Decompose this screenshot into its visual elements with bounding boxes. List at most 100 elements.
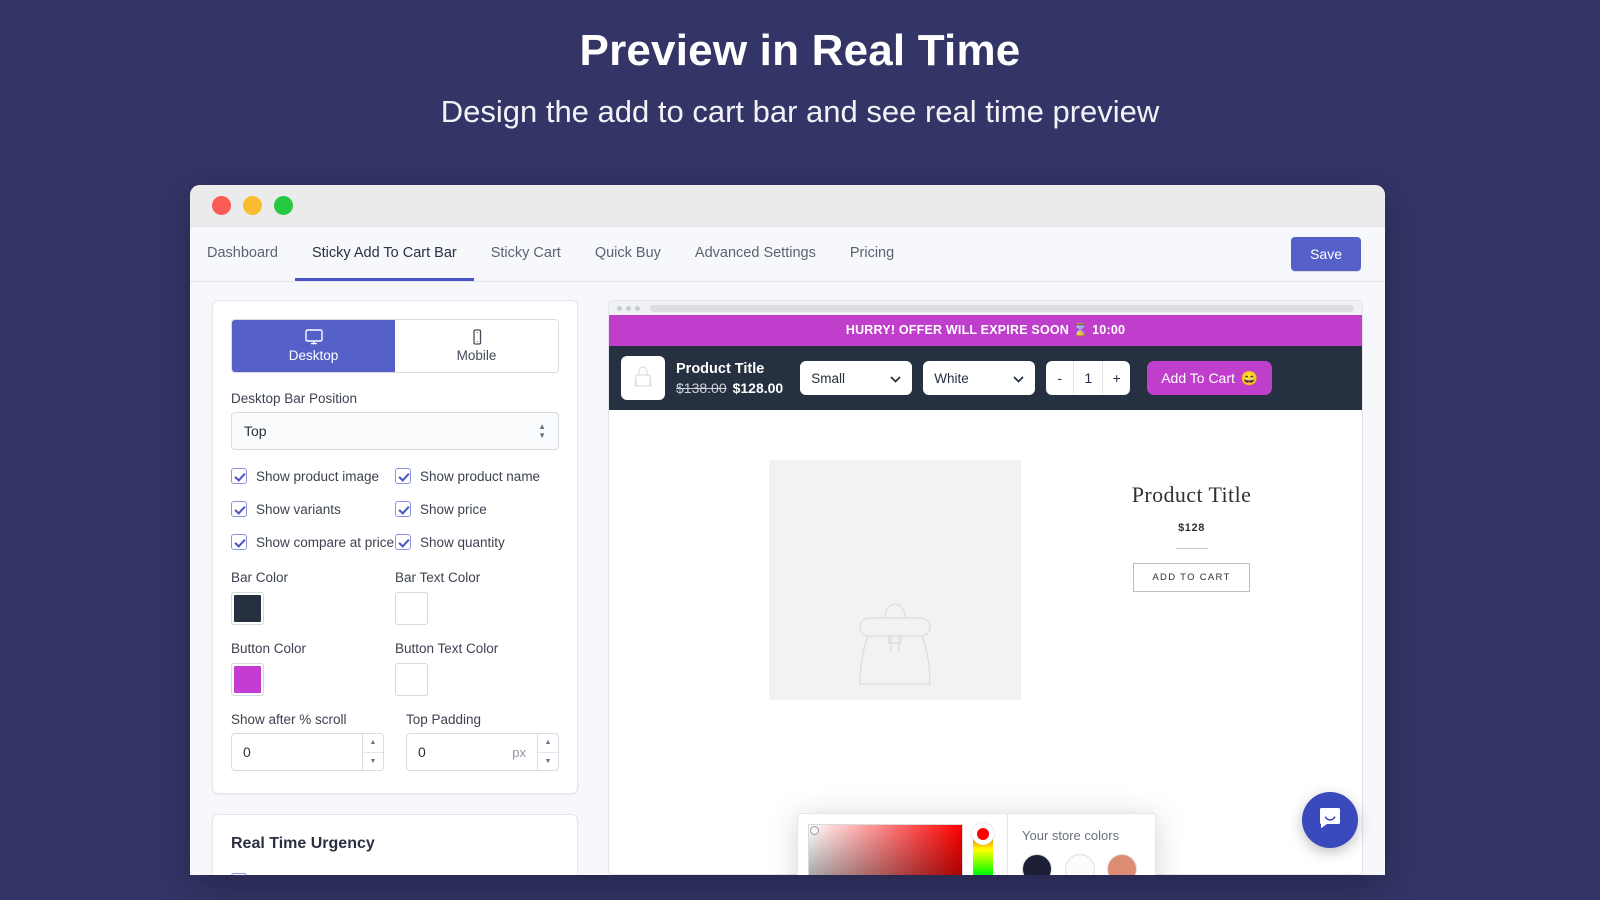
bar-quantity-stepper: - 1 + (1046, 361, 1131, 395)
divider (1175, 548, 1208, 549)
button-text-color-swatch[interactable] (395, 663, 428, 696)
store-color-swatch[interactable] (1064, 854, 1095, 875)
stepper-up-icon[interactable]: ▲ (538, 734, 558, 753)
bar-product-meta: Product Title $138.00 $128.00 (676, 360, 783, 396)
browser-window: Dashboard Sticky Add To Cart Bar Sticky … (190, 185, 1385, 875)
checkbox-icon (395, 468, 411, 484)
tab-pricing[interactable]: Pricing (833, 227, 911, 281)
checkbox-label: Show product image (256, 468, 380, 484)
preview-product-title: Product Title (1131, 482, 1252, 507)
smiley-face-icon: 😄 (1240, 369, 1259, 386)
button-text-color-label: Button Text Color (395, 641, 499, 656)
store-color-swatch[interactable] (1022, 854, 1052, 875)
quantity-value[interactable]: 1 (1073, 361, 1104, 395)
device-toggle: Desktop Mobile (231, 319, 559, 373)
preview-product-price: $128 (1178, 522, 1205, 534)
store-color-swatch[interactable] (1107, 854, 1138, 875)
tab-list: Dashboard Sticky Add To Cart Bar Sticky … (190, 227, 1291, 281)
top-padding-label: Top Padding (406, 712, 482, 727)
checkbox-icon (231, 501, 247, 517)
bar-color-swatch[interactable] (231, 592, 264, 625)
stepper-down-icon[interactable]: ▼ (538, 753, 558, 771)
stepper-up-icon[interactable]: ▲ (363, 734, 383, 753)
color-field-button-color: Button Color (231, 641, 395, 696)
store-colors-panel: Your store colors (1008, 813, 1156, 875)
display-options-grid: Show product image Show product name Sho… (231, 468, 559, 550)
button-color-swatch[interactable] (231, 663, 264, 696)
top-padding-stepper[interactable]: ▲ ▼ (537, 733, 559, 771)
bar-position-select[interactable]: Top ▲ ▼ (231, 412, 559, 450)
top-padding-input[interactable]: 0 px (406, 733, 537, 771)
hue-handle[interactable] (972, 823, 994, 845)
device-tab-desktop[interactable]: Desktop (232, 320, 395, 372)
store-colors-grid (1022, 854, 1141, 875)
color-settings-grid: Bar Color Bar Text Color Button Color Bu… (231, 570, 559, 696)
hue-slider[interactable] (972, 823, 994, 875)
color-field-bar-color: Bar Color (231, 570, 395, 625)
checkbox-show-bar[interactable]: Show bar (231, 873, 559, 875)
show-after-scroll-input[interactable]: 0 (231, 733, 362, 771)
device-tab-mobile[interactable]: Mobile (395, 320, 558, 372)
preview-browser-chrome (609, 301, 1362, 315)
urgency-text: HURRY! OFFER WILL EXPIRE SOON (845, 323, 1070, 337)
bar-color-label: Bar Color (231, 570, 289, 585)
checkbox-show-product-name[interactable]: Show product name (395, 468, 559, 484)
show-after-scroll-stepper[interactable]: ▲ ▼ (362, 733, 384, 771)
window-titlebar (190, 185, 1385, 227)
intercom-chat-icon (1317, 805, 1343, 836)
checkbox-show-price[interactable]: Show price (395, 501, 559, 517)
tab-advanced-settings[interactable]: Advanced Settings (678, 227, 833, 281)
button-color-label: Button Color (231, 641, 307, 656)
maximize-window-button[interactable] (274, 196, 293, 215)
close-window-button[interactable] (212, 196, 231, 215)
device-tab-mobile-label: Mobile (456, 348, 497, 363)
preview-dot-icon (626, 305, 631, 311)
color-field-button-text-color: Button Text Color (395, 641, 559, 696)
chevron-down-icon (890, 371, 901, 386)
bar-add-to-cart-label: Add To Cart (1161, 370, 1235, 386)
page-title: Preview in Real Time (579, 26, 1021, 75)
checkbox-show-variants[interactable]: Show variants (231, 501, 395, 517)
chevron-down-icon (1013, 371, 1024, 386)
product-thumbnail (621, 356, 665, 400)
bar-add-to-cart-button[interactable]: Add To Cart 😄 (1147, 361, 1273, 395)
tab-sticky-cart[interactable]: Sticky Cart (474, 227, 578, 281)
checkbox-icon (395, 501, 411, 517)
checkbox-show-product-image[interactable]: Show product image (231, 468, 395, 484)
quantity-increase-button[interactable]: + (1103, 361, 1130, 395)
save-button[interactable]: Save (1291, 237, 1361, 271)
desktop-monitor-icon (232, 329, 395, 345)
stepper-down-icon[interactable]: ▼ (363, 753, 383, 771)
bar-variant-color-value: White (934, 370, 969, 386)
checkbox-icon (231, 873, 247, 875)
saturation-value-area[interactable] (808, 824, 963, 875)
real-time-urgency-card: Real Time Urgency Show bar (212, 814, 578, 875)
bar-position-value: Top (244, 423, 267, 439)
checkbox-label: Show compare at price (256, 534, 395, 550)
bar-position-label: Desktop Bar Position (231, 391, 358, 406)
tab-sticky-add-to-cart-bar[interactable]: Sticky Add To Cart Bar (294, 227, 474, 281)
preview-product-page: Product Title $128 ADD TO CART (609, 410, 1362, 740)
saturation-handle[interactable] (810, 826, 819, 835)
bar-variant-size-select[interactable]: Small (800, 361, 913, 395)
settings-column: Desktop Mobile Desktop Bar Position Top … (190, 282, 596, 875)
bar-text-color-swatch[interactable] (395, 592, 428, 625)
minimize-window-button[interactable] (243, 196, 262, 215)
quantity-decrease-button[interactable]: - (1046, 361, 1073, 395)
color-picker-popup: #ffffff Your store colors (797, 813, 1156, 875)
tab-dashboard[interactable]: Dashboard (190, 227, 295, 281)
bar-settings-card: Desktop Mobile Desktop Bar Position Top … (212, 300, 578, 794)
tab-quick-buy[interactable]: Quick Buy (578, 227, 678, 281)
checkbox-show-quantity[interactable]: Show quantity (395, 534, 559, 550)
intercom-chat-button[interactable] (1302, 792, 1358, 848)
bar-price: $128.00 (732, 380, 784, 397)
bar-variant-color-select[interactable]: White (923, 361, 1036, 395)
checkbox-label: Show variants (256, 501, 341, 517)
bar-text-color-label: Bar Text Color (395, 570, 481, 585)
checkbox-show-compare-at-price[interactable]: Show compare at price (231, 534, 395, 550)
checkbox-icon (395, 534, 411, 550)
preview-add-to-cart-button[interactable]: ADD TO CART (1133, 563, 1250, 592)
checkbox-label: Show product name (420, 468, 541, 484)
top-padding-value: 0 (418, 744, 426, 760)
numeric-settings-grid: Show after % scroll 0 ▲ ▼ Top Padding 0 … (231, 712, 559, 771)
